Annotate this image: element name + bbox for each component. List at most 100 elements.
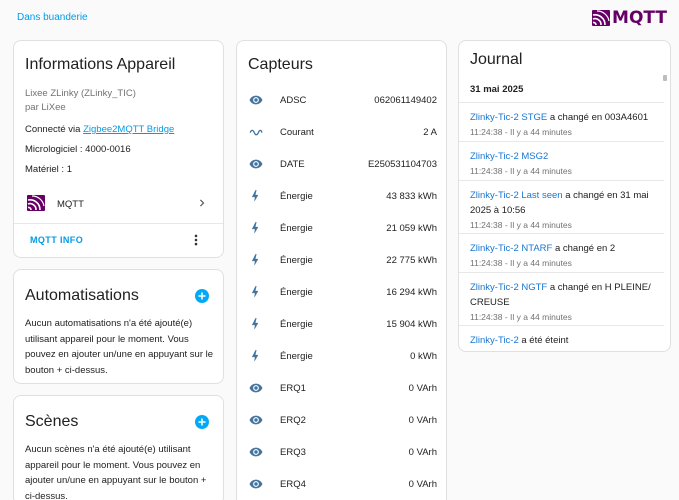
lightning-icon: [248, 317, 264, 331]
eye-icon: [248, 93, 264, 107]
journal-timestamp: 11:24:38 - Il y a 44 minutes: [470, 166, 572, 176]
area-link[interactable]: Dans buanderie: [17, 12, 88, 23]
sensor-value: 062061149402: [374, 95, 437, 106]
sensor-name: Énergie: [280, 223, 313, 234]
sensor-value: 0 VArh: [408, 479, 437, 490]
journal-date: 31 mai 2025: [470, 84, 524, 95]
eye-icon: [248, 381, 264, 395]
journal-entity-link[interactable]: Zlinky-Tic-2 STGE: [470, 112, 547, 123]
journal-entry-text: Zlinky-Tic-2 NTARF a changé en 2: [470, 241, 655, 256]
sensor-value: 0 kWh: [410, 351, 437, 362]
sensor-value: E250531104703: [367, 159, 437, 170]
journal-entity-link[interactable]: Zlinky-Tic-2 NGTF: [470, 282, 547, 293]
add-automation-button[interactable]: [195, 289, 209, 303]
sensor-row[interactable]: Énergie 0 kWh: [237, 341, 446, 371]
journal-entry-text: Zlinky-Tic-2 MSG2: [470, 149, 655, 164]
device-model-info: Lixee ZLinky (ZLinky_TIC) par LiXee: [25, 87, 136, 115]
sensor-row[interactable]: Énergie 21 059 kWh: [237, 213, 446, 243]
current-ac-icon: [248, 125, 264, 139]
journal-entry-text: Zlinky-Tic-2 a été éteint: [470, 333, 655, 348]
journal-timestamp: 11:24:38 - Il y a 44 minutes: [470, 312, 572, 322]
journal-entity-link[interactable]: Zlinky-Tic-2 NTARF: [470, 243, 552, 254]
connected-via-label: Connecté via: [25, 124, 84, 135]
add-scene-button[interactable]: [195, 415, 209, 429]
sensor-row[interactable]: Énergie 15 904 kWh: [237, 309, 446, 339]
device-info-card: Informations Appareil Lixee ZLinky (ZLin…: [13, 40, 224, 258]
eye-icon: [248, 477, 264, 491]
sensor-row[interactable]: ERQ4 0 VArh: [237, 469, 446, 499]
eye-icon: [248, 445, 264, 459]
mqtt-logo-text: MQTT: [612, 8, 667, 28]
lightning-icon: [248, 221, 264, 235]
journal-entity-link[interactable]: Zlinky-Tic-2 MSG2: [470, 151, 548, 162]
sensor-name: ADSC: [280, 95, 307, 106]
journal-title: Journal: [470, 51, 523, 68]
sensor-value: 22 775 kWh: [386, 255, 437, 266]
sensor-name: Courant: [280, 127, 314, 138]
top-bar: Dans buanderie MQTT: [0, 0, 679, 36]
chevron-right-icon: [200, 199, 205, 207]
mqtt-icon: [27, 195, 45, 211]
sensor-row[interactable]: ERQ3 0 VArh: [237, 437, 446, 467]
bridge-link[interactable]: Zigbee2MQTT Bridge: [83, 124, 174, 135]
mqtt-logo-icon: [592, 10, 611, 26]
eye-icon: [248, 157, 264, 171]
device-info-title: Informations Appareil: [25, 56, 176, 73]
sensor-name: Énergie: [280, 191, 313, 202]
journal-message: a été éteint: [518, 335, 569, 346]
journal-entry[interactable]: Zlinky-Tic-2 Last seen a changé en 31 ma…: [459, 181, 664, 233]
sensors-card: Capteurs ADSC 062061149402 Courant 2 A DATE E…: [236, 40, 447, 500]
connected-via: Connecté via Zigbee2MQTT Bridge: [25, 124, 174, 135]
journal-card: Journal 31 mai 2025 Zlinky-Tic-2 STGE a …: [458, 40, 671, 352]
journal-entity-link[interactable]: Zlinky-Tic-2: [470, 335, 519, 346]
mqtt-logo: MQTT: [592, 8, 667, 28]
sensor-name: Énergie: [280, 255, 313, 266]
automations-empty-text: Aucun automatisations n'a été ajouté(e) …: [25, 318, 214, 376]
card-divider: [14, 223, 223, 224]
scrollbar[interactable]: [663, 75, 667, 81]
journal-entry[interactable]: Zlinky-Tic-2 STGE a changé en 003A4601 11…: [459, 103, 664, 141]
firmware-version: Micrologiciel : 4000-0016: [25, 144, 131, 155]
scenes-empty-text: Aucun scènes n'a été ajouté(e) utilisant…: [25, 444, 207, 500]
journal-entry[interactable]: Zlinky-Tic-2 NTARF a changé en 2 11:24:38…: [459, 234, 664, 272]
journal-entry-text: Zlinky-Tic-2 Last seen a changé en 31 ma…: [470, 188, 655, 218]
sensor-name: Énergie: [280, 351, 313, 362]
sensor-row[interactable]: ERQ2 0 VArh: [237, 405, 446, 435]
sensor-value: 21 059 kWh: [386, 223, 437, 234]
sensor-name: DATE: [280, 159, 305, 170]
sensor-value: 16 294 kWh: [386, 287, 437, 298]
device-model: Lixee ZLinky (ZLinky_TIC): [25, 88, 136, 99]
mqtt-integration-label: MQTT: [57, 199, 84, 210]
sensor-value: 0 VArh: [408, 383, 437, 394]
journal-timestamp: 11:24:38 - Il y a 44 minutes: [470, 258, 572, 268]
sensor-row[interactable]: ADSC 062061149402: [237, 85, 446, 115]
journal-entity-link[interactable]: Zlinky-Tic-2 Last seen: [470, 190, 563, 201]
sensor-name: Énergie: [280, 319, 313, 330]
sensor-row[interactable]: Énergie 16 294 kWh: [237, 277, 446, 307]
sensor-name: Énergie: [280, 287, 313, 298]
journal-entry[interactable]: Zlinky-Tic-2 NGTF a changé en H PLEINE/ …: [459, 273, 664, 325]
sensor-value: 43 833 kWh: [386, 191, 437, 202]
sensor-name: ERQ3: [280, 447, 306, 458]
sensor-row[interactable]: Énergie 22 775 kWh: [237, 245, 446, 275]
sensor-row[interactable]: Courant 2 A: [237, 117, 446, 147]
sensor-row[interactable]: Énergie 43 833 kWh: [237, 181, 446, 211]
mqtt-integration-row[interactable]: MQTT: [14, 191, 223, 217]
mqtt-info-button[interactable]: MQTT INFO: [30, 235, 83, 245]
sensor-value: 15 904 kWh: [386, 319, 437, 330]
sensor-row[interactable]: ERQ1 0 VArh: [237, 373, 446, 403]
sensor-name: ERQ4: [280, 479, 306, 490]
journal-entry[interactable]: Zlinky-Tic-2 MSG2 11:24:38 - Il y a 44 mi…: [459, 142, 664, 180]
scenes-card: Scènes Aucun scènes n'a été ajouté(e) ut…: [13, 395, 224, 500]
more-vertical-icon[interactable]: [189, 232, 203, 248]
sensor-name: ERQ2: [280, 415, 306, 426]
automations-title: Automatisations: [25, 287, 139, 304]
sensor-name: ERQ1: [280, 383, 306, 394]
scenes-title: Scènes: [25, 413, 79, 430]
journal-timestamp: 11:24:38 - Il y a 44 minutes: [470, 220, 572, 230]
sensor-row[interactable]: DATE E250531104703: [237, 149, 446, 179]
lightning-icon: [248, 349, 264, 363]
journal-entry[interactable]: Zlinky-Tic-2 a été éteint: [459, 326, 664, 351]
device-manufacturer: par LiXee: [25, 102, 66, 113]
hardware-version: Matériel : 1: [25, 164, 72, 175]
